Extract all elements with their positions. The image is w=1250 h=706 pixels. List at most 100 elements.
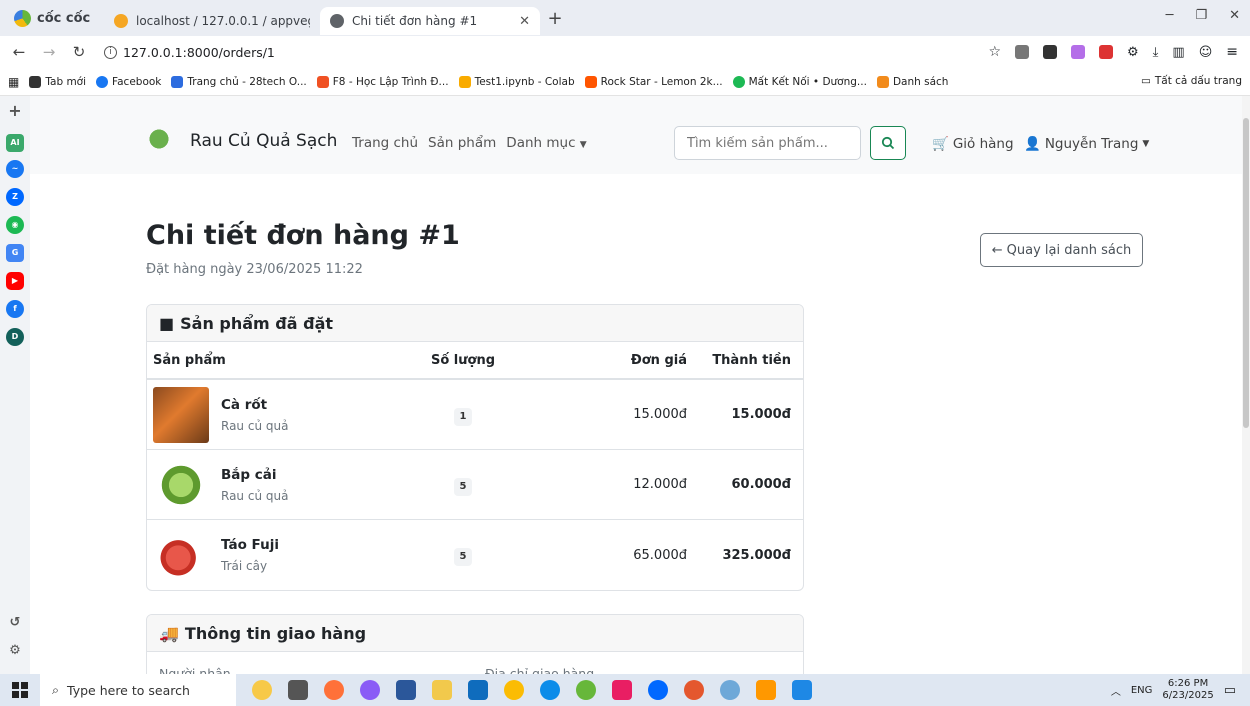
site-brand[interactable]: Rau Củ Quả Sạch — [190, 131, 337, 151]
start-button[interactable] — [0, 682, 40, 698]
star-icon[interactable]: ☆ — [988, 44, 1001, 60]
pen-icon[interactable] — [1043, 45, 1057, 59]
youtube-icon[interactable]: ▶ — [6, 272, 24, 290]
folder-icon: ▭ — [1140, 75, 1151, 87]
copilot-icon[interactable] — [360, 680, 380, 700]
profile-icon[interactable]: ☺ — [1199, 45, 1213, 60]
ai-icon[interactable]: AI — [6, 134, 24, 152]
back-to-list-button[interactable]: ← Quay lại danh sách — [980, 233, 1143, 267]
edge-icon[interactable] — [540, 680, 560, 700]
forward-arrow-icon[interactable]: → — [38, 43, 60, 61]
download-icon[interactable]: ⤓ — [1153, 45, 1159, 60]
recipient-label: Người nhận — [159, 666, 231, 674]
minimize-icon[interactable]: ─ — [1166, 8, 1174, 23]
bookmark-item[interactable]: Rock Star - Lemon 2k... — [584, 75, 723, 88]
windows-icon — [12, 682, 28, 698]
app-icon[interactable] — [756, 680, 776, 700]
cabbage-image — [153, 456, 209, 513]
products-header-label: Sản phẩm đã đặt — [180, 313, 334, 333]
url-field[interactable]: i 127.0.0.1:8000/orders/1 — [104, 45, 275, 60]
file-explorer-icon[interactable] — [432, 680, 452, 700]
cart-link[interactable]: 🛒 Giỏ hàng — [932, 136, 1014, 152]
add-icon[interactable]: + — [6, 102, 24, 120]
page-scrollbar[interactable] — [1242, 96, 1250, 674]
extension-icon[interactable] — [1099, 45, 1113, 59]
taskbar-search[interactable]: ⌕ Type here to search — [40, 674, 236, 706]
store-icon[interactable] — [468, 680, 488, 700]
language-indicator[interactable]: ENG — [1131, 685, 1153, 696]
product-cell: Táo Fuji Trái cây — [147, 527, 419, 583]
bookmark-item[interactable]: F8 - Học Lập Trình Đ... — [316, 75, 449, 88]
back-arrow-icon[interactable]: ← — [8, 43, 30, 61]
firefox-icon[interactable] — [324, 680, 344, 700]
site-logo-icon[interactable] — [144, 121, 174, 151]
search-button[interactable] — [870, 126, 906, 160]
all-bookmarks[interactable]: ▭ Tất cả dấu trang — [1141, 75, 1242, 87]
price-cell: 15.000đ — [633, 407, 687, 422]
colab-icon — [458, 75, 471, 88]
reload-icon[interactable]: ↻ — [68, 43, 90, 61]
chevron-up-icon[interactable]: ︿ — [1111, 683, 1121, 698]
clock[interactable]: 6:26 PM 6/23/2025 — [1162, 678, 1213, 702]
puzzle-icon[interactable]: ⚙ — [1127, 45, 1139, 60]
vscode-icon[interactable] — [792, 680, 812, 700]
tab-title: Chi tiết đơn hàng #1 — [352, 14, 478, 28]
bookmark-item[interactable]: Danh sách — [876, 75, 948, 88]
bookmark-item[interactable]: Test1.ipynb - Colab — [458, 75, 575, 88]
col-product: Sản phẩm — [153, 352, 226, 368]
zalo-icon[interactable] — [648, 680, 668, 700]
browser-brand[interactable]: cốc cốc — [0, 9, 104, 27]
notification-icon[interactable]: ▭ — [1224, 683, 1236, 698]
quantity-cell: 5 — [419, 544, 507, 566]
nav-categories[interactable]: Danh mục ▼ — [506, 135, 586, 151]
paint-icon[interactable] — [684, 680, 704, 700]
new-tab-button[interactable]: + — [540, 8, 570, 29]
price-cell: 65.000đ — [633, 547, 687, 563]
apps-grid-icon[interactable]: ▦ — [8, 75, 19, 89]
menu-icon[interactable]: ≡ — [1226, 44, 1238, 60]
site-info-icon[interactable]: i — [104, 45, 117, 59]
scrollbar-thumb[interactable] — [1243, 118, 1249, 428]
bookmark-label: Facebook — [112, 75, 162, 88]
f8-icon — [316, 75, 329, 88]
task-view-icon[interactable] — [288, 680, 308, 700]
zalo-icon[interactable]: Z — [6, 188, 24, 206]
facebook-icon[interactable]: f — [6, 300, 24, 318]
history-icon[interactable]: ↺ — [6, 614, 24, 632]
soundcloud-icon — [584, 75, 597, 88]
sidebar-toggle-icon[interactable]: ▥ — [1172, 45, 1184, 60]
bookmark-item[interactable]: Tab mới — [29, 75, 86, 88]
word-icon[interactable] — [396, 680, 416, 700]
search-input[interactable] — [674, 126, 861, 160]
facebook-icon — [96, 75, 109, 88]
clock-time: 6:26 PM — [1167, 678, 1209, 689]
bookmark-item[interactable]: Trang chủ - 28tech O... — [171, 75, 307, 88]
close-tab-icon[interactable]: ✕ — [519, 14, 530, 29]
bookmark-label: F8 - Học Lập Trình Đ... — [332, 75, 449, 88]
app-icon[interactable] — [612, 680, 632, 700]
chrome-icon[interactable] — [504, 680, 524, 700]
messenger-icon[interactable]: ~ — [6, 160, 24, 178]
nav-home[interactable]: Trang chủ — [352, 135, 418, 151]
game-icon[interactable]: ◉ — [6, 216, 24, 234]
address-label: Địa chỉ giao hàng — [485, 666, 595, 674]
tab-phpmyadmin[interactable]: localhost / 127.0.0.1 / appvege / p — [104, 7, 320, 35]
translate-icon[interactable]: G — [6, 244, 24, 262]
bookmark-item[interactable]: Facebook — [96, 75, 162, 88]
paint-brush-icon[interactable] — [720, 680, 740, 700]
settings-icon[interactable]: ⚙ — [6, 642, 24, 660]
shield-icon[interactable] — [1015, 45, 1029, 59]
bookmark-item[interactable]: Mất Kết Nối • Dương... — [732, 75, 867, 88]
cart-icon: 🛒 — [932, 136, 949, 152]
restore-icon[interactable]: ❐ — [1195, 8, 1207, 23]
sparkle-icon[interactable] — [252, 680, 272, 700]
d-app-icon[interactable]: D — [6, 328, 24, 346]
extension-icon[interactable] — [1071, 45, 1085, 59]
coccoc-icon[interactable] — [576, 680, 596, 700]
clock-date: 6/23/2025 — [1162, 690, 1214, 701]
tab-order-detail[interactable]: Chi tiết đơn hàng #1 ✕ — [320, 7, 540, 35]
table-header: Sản phẩm Số lượng Đơn giá Thành tiền — [147, 342, 803, 380]
close-window-icon[interactable]: ✕ — [1229, 8, 1240, 23]
user-menu[interactable]: 👤 Nguyễn Trang ▼ — [1024, 136, 1149, 152]
nav-products[interactable]: Sản phẩm — [428, 135, 496, 151]
